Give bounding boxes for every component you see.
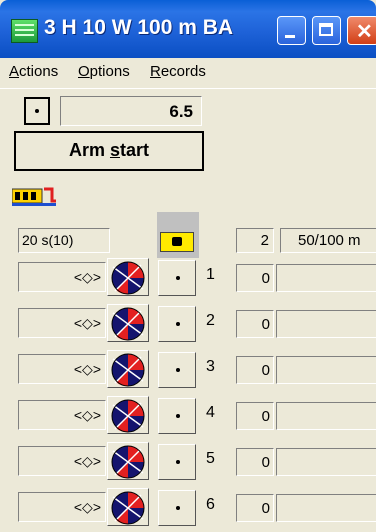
interval-field: 20 s(10) — [18, 228, 110, 253]
lane-select-button[interactable] — [158, 306, 196, 342]
pie-icon — [111, 307, 145, 341]
lane-count-field: 0 — [236, 310, 274, 338]
lane-count-field: 0 — [236, 402, 274, 430]
arm-label-key: s — [109, 140, 120, 160]
lane-count-field: 0 — [236, 494, 274, 522]
menu-records-rest: ecords — [160, 63, 206, 80]
pie-icon — [111, 491, 145, 525]
minimize-button[interactable] — [277, 16, 306, 45]
dot-icon — [176, 322, 180, 326]
lane-row: <◇> 6 0 — [0, 486, 376, 532]
menu-bar: Actions Options Records — [0, 58, 376, 89]
lane-select-button[interactable] — [158, 444, 196, 480]
arm-label-pre: Arm — [68, 140, 110, 160]
lane-count-field: 0 — [236, 356, 274, 384]
lane-select-button[interactable] — [158, 352, 196, 388]
lane-control-field[interactable]: <◇> — [18, 446, 106, 476]
dot-icon — [35, 109, 39, 113]
pie-icon — [111, 353, 145, 387]
lane-control-field[interactable]: <◇> — [18, 400, 106, 430]
dot-icon — [176, 276, 180, 280]
lane-result-field — [276, 356, 376, 384]
lane-pie-button[interactable] — [107, 442, 149, 480]
lane-number: 2 — [206, 312, 215, 329]
dot-icon — [176, 368, 180, 372]
dot-icon — [176, 414, 180, 418]
dot-icon — [176, 460, 180, 464]
lane-number: 1 — [206, 266, 215, 283]
menu-options-rest: ptions — [89, 63, 130, 80]
timer-button[interactable] — [24, 97, 50, 125]
lane-pie-button[interactable] — [107, 258, 149, 296]
lane-result-field — [276, 448, 376, 476]
lane-control-field[interactable]: <◇> — [18, 262, 106, 292]
lane-number: 5 — [206, 450, 215, 467]
lane-control-field[interactable]: <◇> — [18, 492, 106, 522]
menu-records[interactable]: Records — [150, 63, 206, 80]
maximize-button[interactable] — [312, 16, 341, 45]
timer-display: 6.5 — [60, 96, 202, 126]
distance-field: 50/100 m — [280, 228, 376, 253]
title-bar: 3 H 10 W 100 m BA — [0, 0, 376, 58]
lane-row: <◇> 2 0 — [0, 302, 376, 348]
pool-status-icon[interactable] — [11, 183, 62, 209]
menu-actions[interactable]: Actions — [9, 63, 58, 80]
lane-select-button[interactable] — [158, 398, 196, 434]
lane-row: <◇> 3 0 — [0, 348, 376, 394]
lane-row: <◇> 4 0 — [0, 394, 376, 440]
lane-count-field: 0 — [236, 448, 274, 476]
menu-actions-rest: ctions — [19, 63, 59, 80]
pie-icon — [111, 261, 145, 295]
menu-options[interactable]: Options — [78, 63, 130, 80]
lane-select-button[interactable] — [158, 260, 196, 296]
menu-options-key: O — [78, 63, 90, 80]
pie-icon — [111, 399, 145, 433]
window-title: 3 H 10 W 100 m BA — [44, 16, 234, 39]
lane-pie-button[interactable] — [107, 488, 149, 526]
header-count-field: 2 — [236, 228, 274, 253]
arm-start-button[interactable]: Arm start — [14, 131, 204, 171]
lane-result-field — [276, 310, 376, 338]
lane-number: 6 — [206, 496, 215, 513]
pie-icon — [111, 445, 145, 479]
lane-result-field — [276, 264, 376, 292]
menu-actions-key: A — [9, 63, 20, 80]
lane-result-field — [276, 402, 376, 430]
arm-label-post: tart — [120, 140, 150, 160]
lane-pie-button[interactable] — [107, 304, 149, 342]
menu-records-key: R — [150, 63, 161, 80]
header-panel — [157, 212, 199, 258]
lane-result-field — [276, 494, 376, 522]
lane-row: <◇> 5 0 — [0, 440, 376, 486]
lane-number: 4 — [206, 404, 215, 421]
dot-icon — [176, 506, 180, 510]
app-icon — [11, 19, 38, 43]
lane-row: <◇> 1 0 — [0, 256, 376, 302]
lane-count-field: 0 — [236, 264, 274, 292]
close-button[interactable] — [347, 16, 376, 45]
lane-pie-button[interactable] — [107, 350, 149, 388]
lane-pie-button[interactable] — [107, 396, 149, 434]
camera-icon[interactable] — [160, 232, 194, 252]
lane-control-field[interactable]: <◇> — [18, 354, 106, 384]
lane-number: 3 — [206, 358, 215, 375]
lane-control-field[interactable]: <◇> — [18, 308, 106, 338]
